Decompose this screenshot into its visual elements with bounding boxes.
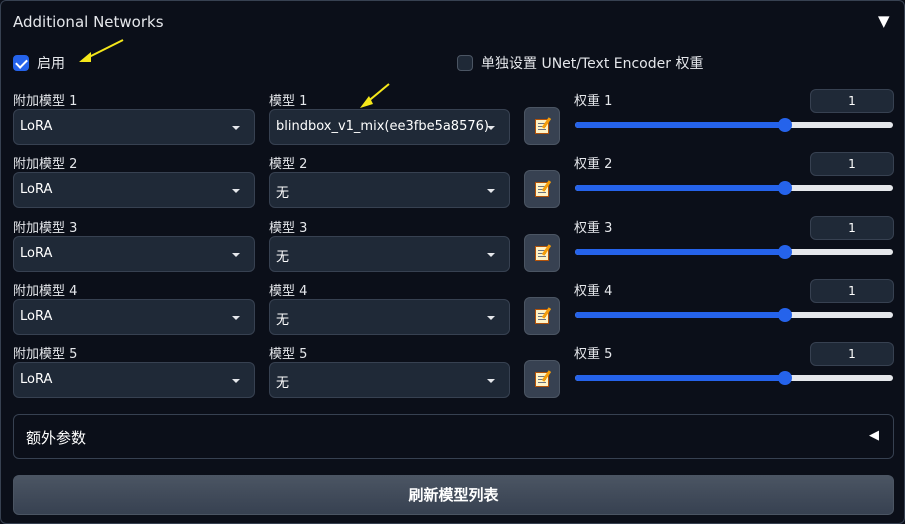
chevron-down-icon: [487, 126, 495, 130]
additional-model-value: LoRA: [20, 372, 53, 387]
additional-model-label: 附加模型 2: [13, 157, 78, 172]
slider-thumb[interactable]: [777, 308, 792, 322]
weight-label: 权重 2: [574, 157, 613, 172]
model-value: 无: [276, 250, 290, 265]
chevron-down-icon: [232, 316, 240, 320]
edit-metadata-button[interactable]: [524, 170, 560, 208]
additional-model-dropdown[interactable]: LoRA: [13, 172, 255, 208]
additional-model-dropdown[interactable]: LoRA: [13, 362, 255, 398]
slider-thumb[interactable]: [777, 245, 792, 259]
edit-metadata-button[interactable]: [524, 297, 560, 335]
slider-thumb[interactable]: [777, 118, 792, 132]
slider-thumb[interactable]: [777, 371, 792, 385]
model-value: blindbox_v1_mix(ee3fbe5a8576): [276, 119, 489, 134]
weight-number-input[interactable]: 1: [810, 342, 894, 366]
collapse-triangle-icon[interactable]: ▼: [878, 12, 890, 30]
separate-weights-checkbox[interactable]: [457, 55, 473, 71]
slider-thumb[interactable]: [777, 181, 792, 195]
additional-model-dropdown[interactable]: LoRA: [13, 236, 255, 272]
annotation-arrow-icon: [360, 83, 390, 108]
model-dropdown[interactable]: 无: [269, 299, 510, 335]
chevron-down-icon: [232, 189, 240, 193]
additional-model-value: LoRA: [20, 119, 53, 134]
model-value: 无: [276, 376, 290, 391]
extra-params-title: 额外参数: [26, 429, 87, 447]
additional-model-dropdown[interactable]: LoRA: [13, 299, 255, 335]
additional-model-value: LoRA: [20, 309, 53, 324]
chevron-down-icon: [232, 126, 240, 130]
weight-number-input[interactable]: 1: [810, 152, 894, 176]
weight-number-input[interactable]: 1: [810, 216, 894, 240]
chevron-down-icon: [487, 316, 495, 320]
enable-checkbox[interactable]: [13, 55, 29, 71]
weight-number-input[interactable]: 1: [810, 279, 894, 303]
extra-params-accordion[interactable]: 额外参数 ◀: [13, 414, 894, 459]
edit-metadata-button[interactable]: [524, 360, 560, 398]
additional-model-label: 附加模型 5: [13, 347, 78, 362]
chevron-down-icon: [232, 379, 240, 383]
chevron-down-icon: [487, 379, 495, 383]
additional-model-label: 附加模型 1: [13, 94, 78, 109]
slider-fill: [575, 312, 785, 318]
slider-fill: [575, 185, 785, 191]
model-value: 无: [276, 186, 290, 201]
edit-metadata-button[interactable]: [524, 107, 560, 145]
chevron-down-icon: [232, 253, 240, 257]
model-label: 模型 1: [269, 94, 308, 109]
weight-label: 权重 1: [574, 94, 613, 109]
expand-triangle-icon: ◀: [869, 428, 879, 443]
additional-model-value: LoRA: [20, 246, 53, 261]
additional-model-label: 附加模型 4: [13, 284, 78, 299]
model-label: 模型 5: [269, 347, 308, 362]
model-dropdown[interactable]: blindbox_v1_mix(ee3fbe5a8576): [269, 109, 510, 145]
weight-slider[interactable]: [575, 371, 893, 387]
additional-model-dropdown[interactable]: LoRA: [13, 109, 255, 145]
slider-fill: [575, 375, 785, 381]
additional-model-label: 附加模型 3: [13, 221, 78, 236]
panel-title: Additional Networks: [13, 13, 164, 31]
additional-networks-panel: Additional Networks ▼ 启用 单独设置 UNet/Text …: [0, 0, 905, 524]
edit-metadata-button[interactable]: [524, 234, 560, 272]
chevron-down-icon: [487, 189, 495, 193]
weight-label: 权重 4: [574, 284, 613, 299]
weight-label: 权重 3: [574, 221, 613, 236]
weight-slider[interactable]: [575, 245, 893, 261]
model-label: 模型 3: [269, 221, 308, 236]
model-label: 模型 4: [269, 284, 308, 299]
model-label: 模型 2: [269, 157, 308, 172]
separate-weights-label[interactable]: 单独设置 UNet/Text Encoder 权重: [481, 53, 703, 73]
slider-fill: [575, 122, 785, 128]
weight-slider[interactable]: [575, 308, 893, 324]
weight-label: 权重 5: [574, 347, 613, 362]
model-dropdown[interactable]: 无: [269, 236, 510, 272]
refresh-models-button[interactable]: 刷新模型列表: [13, 475, 894, 515]
annotation-arrow-icon: [79, 39, 124, 62]
weight-number-input[interactable]: 1: [810, 89, 894, 113]
additional-model-value: LoRA: [20, 182, 53, 197]
slider-fill: [575, 249, 785, 255]
model-dropdown[interactable]: 无: [269, 362, 510, 398]
model-dropdown[interactable]: 无: [269, 172, 510, 208]
weight-slider[interactable]: [575, 181, 893, 197]
enable-label[interactable]: 启用: [37, 53, 65, 73]
model-value: 无: [276, 313, 290, 328]
weight-slider[interactable]: [575, 118, 893, 134]
chevron-down-icon: [487, 253, 495, 257]
